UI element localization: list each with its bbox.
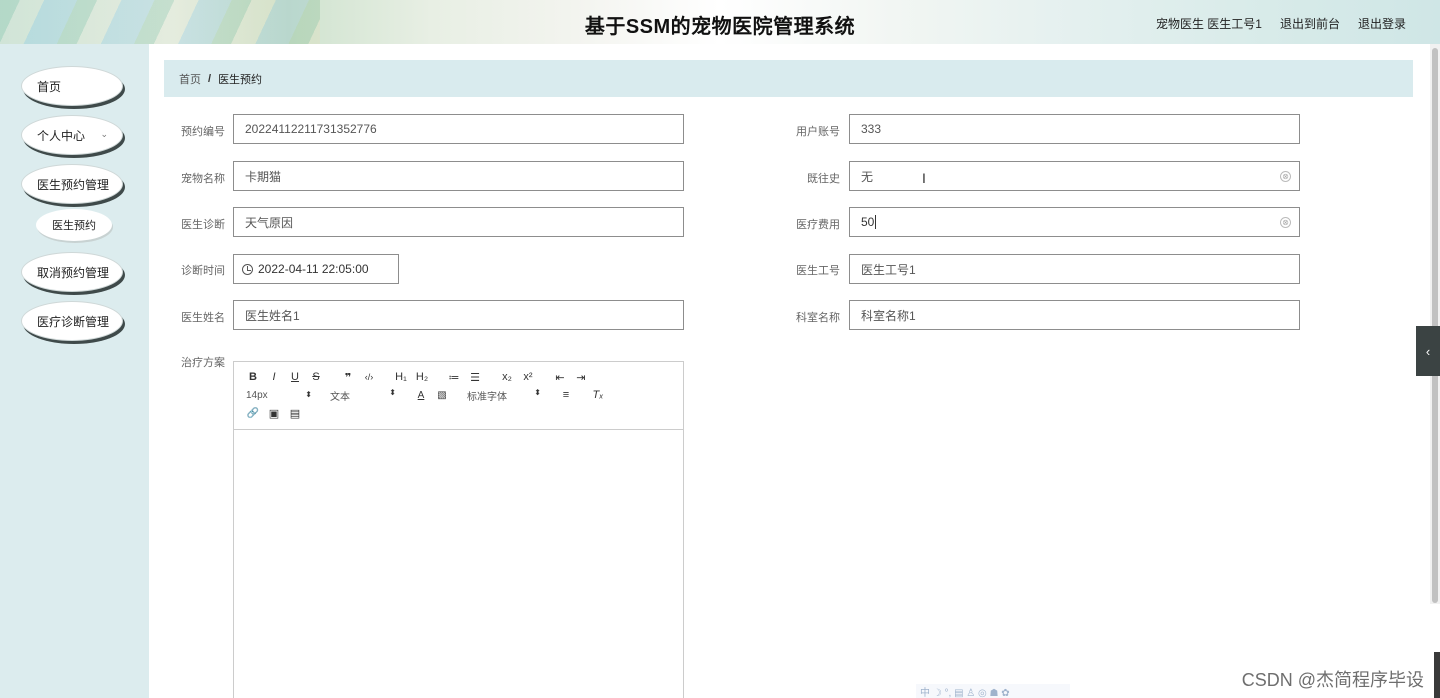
diag-time-label: 诊断时间: [181, 265, 225, 277]
user-account-field[interactable]: 333: [849, 114, 1300, 144]
treatment-plan-editor: B I U S ❞ ‹/› H₁ H₂ ≔ ☰ x₂ x² ⇤ ⇥ 14px ⬍ …: [233, 361, 684, 698]
sidebar-item-cancel-booking-mgmt[interactable]: 取消预约管理: [21, 252, 123, 292]
ime-toolbar: 中 ☽ °, ▤ ♙ ◎ ☗ ✿: [916, 684, 1070, 698]
clear-icon[interactable]: ⊗: [1280, 217, 1291, 228]
h2-button[interactable]: H₂: [415, 371, 429, 383]
treatment-plan-label: 治疗方案: [181, 357, 225, 369]
booking-no-field[interactable]: 20224112211731352776: [233, 114, 684, 144]
panel-toggle-button[interactable]: ‹: [1416, 326, 1440, 376]
current-user: 宠物医生 医生工号1: [1155, 17, 1262, 31]
header-actions: 宠物医生 医生工号1 退出到前台 退出登录: [1156, 15, 1406, 32]
subscript-button[interactable]: x₂: [500, 371, 514, 383]
chevron-left-icon: ‹: [1425, 343, 1431, 359]
editor-content-area[interactable]: [234, 430, 683, 698]
toolbar-row-media: 🔗 ▣ ▤: [246, 404, 683, 422]
dept-name-label: 科室名称: [796, 312, 840, 324]
breadcrumb-separator: /: [208, 72, 212, 85]
corner-decoration: [1434, 652, 1440, 698]
block-type-select[interactable]: 文本 ⬍: [330, 388, 396, 403]
sidebar-item-medical-diagnosis-mgmt[interactable]: 医疗诊断管理: [21, 301, 123, 341]
sidebar-item-home[interactable]: 首页: [21, 66, 123, 106]
top-header: 基于SSM的宠物医院管理系统 宠物医生 医生工号1 退出到前台 退出登录: [0, 0, 1440, 44]
italic-button[interactable]: I: [267, 371, 281, 383]
bullet-list-button[interactable]: ☰: [468, 371, 482, 384]
image-icon[interactable]: ▣: [267, 407, 281, 420]
toolbar-row-selects: 14px ⬍ 文本 ⬍ A ▧ 标准字体 ⬍ ≡ Tₓ: [246, 386, 683, 404]
user-account-label: 用户账号: [796, 126, 840, 138]
outdent-button[interactable]: ⇤: [553, 371, 567, 384]
doctor-name-label: 医生姓名: [181, 312, 225, 324]
font-family-select[interactable]: 标准字体 ⬍: [467, 388, 541, 403]
breadcrumb: 首页 / 医生预约: [164, 60, 1413, 97]
sidebar-item-personal-center[interactable]: 个人中心 ⌄: [21, 115, 123, 155]
doctor-no-label: 医生工号: [796, 265, 840, 277]
toolbar-row-format: B I U S ❞ ‹/› H₁ H₂ ≔ ☰ x₂ x² ⇤ ⇥: [246, 368, 683, 386]
exit-to-front-link[interactable]: 退出到前台: [1280, 15, 1340, 32]
link-icon[interactable]: 🔗: [246, 408, 260, 419]
code-block-button[interactable]: ‹/›: [362, 372, 376, 382]
ime-toolbar-glyphs: 中 ☽ °, ▤ ♙ ◎ ☗ ✿: [920, 687, 1010, 698]
font-color-icon[interactable]: A: [414, 390, 428, 401]
watermark: CSDN @杰简程序毕设: [1241, 670, 1424, 690]
strike-button[interactable]: S: [309, 371, 323, 383]
clock-icon: [242, 263, 253, 275]
h1-button[interactable]: H₁: [394, 371, 408, 383]
doctor-no-field[interactable]: 医生工号1: [849, 254, 1300, 284]
sidebar-item-doctor-booking-mgmt[interactable]: 医生预约管理: [21, 164, 123, 204]
bold-button[interactable]: B: [246, 371, 260, 383]
diag-time-picker[interactable]: 2022-04-11 22:05:00: [233, 254, 399, 284]
chevron-down-icon: ⌄: [100, 129, 108, 139]
history-label: 既往史: [807, 173, 840, 185]
text-cursor-icon: I: [922, 170, 926, 186]
indent-button[interactable]: ⇥: [574, 371, 588, 384]
sidebar: 首页 个人中心 ⌄ 医生预约管理 医生预约 取消预约管理 医疗诊断管理: [0, 44, 149, 698]
underline-button[interactable]: U: [288, 371, 302, 383]
logout-link[interactable]: 退出登录: [1358, 15, 1406, 32]
ordered-list-button[interactable]: ≔: [447, 371, 461, 384]
fee-label: 医疗费用: [796, 219, 840, 231]
clear-format-icon[interactable]: Tₓ: [591, 389, 605, 401]
breadcrumb-current: 医生预约: [218, 73, 263, 86]
editor-toolbar: B I U S ❞ ‹/› H₁ H₂ ≔ ☰ x₂ x² ⇤ ⇥ 14px ⬍ …: [234, 362, 683, 430]
background-color-icon[interactable]: ▧: [435, 390, 449, 401]
font-size-select[interactable]: 14px ⬍: [246, 390, 312, 401]
doctor-name-field[interactable]: 医生姓名1: [233, 300, 684, 330]
fee-field[interactable]: 50 ⊗: [849, 207, 1300, 237]
superscript-button[interactable]: x²: [521, 371, 535, 383]
pet-name-field[interactable]: 卡期猫: [233, 161, 684, 191]
dept-name-field[interactable]: 科室名称1: [849, 300, 1300, 330]
video-icon[interactable]: ▤: [288, 407, 302, 420]
diagnosis-label: 医生诊断: [181, 219, 225, 231]
pet-name-label: 宠物名称: [181, 173, 225, 185]
diagnosis-field[interactable]: 天气原因: [233, 207, 684, 237]
blockquote-button[interactable]: ❞: [341, 371, 355, 384]
clear-icon[interactable]: ⊗: [1280, 171, 1291, 182]
breadcrumb-home[interactable]: 首页: [179, 71, 201, 87]
align-icon[interactable]: ≡: [559, 389, 573, 401]
history-field[interactable]: 无 ⊗: [849, 161, 1300, 191]
booking-no-label: 预约编号: [181, 126, 225, 138]
sidebar-subitem-doctor-booking[interactable]: 医生预约: [36, 209, 112, 241]
